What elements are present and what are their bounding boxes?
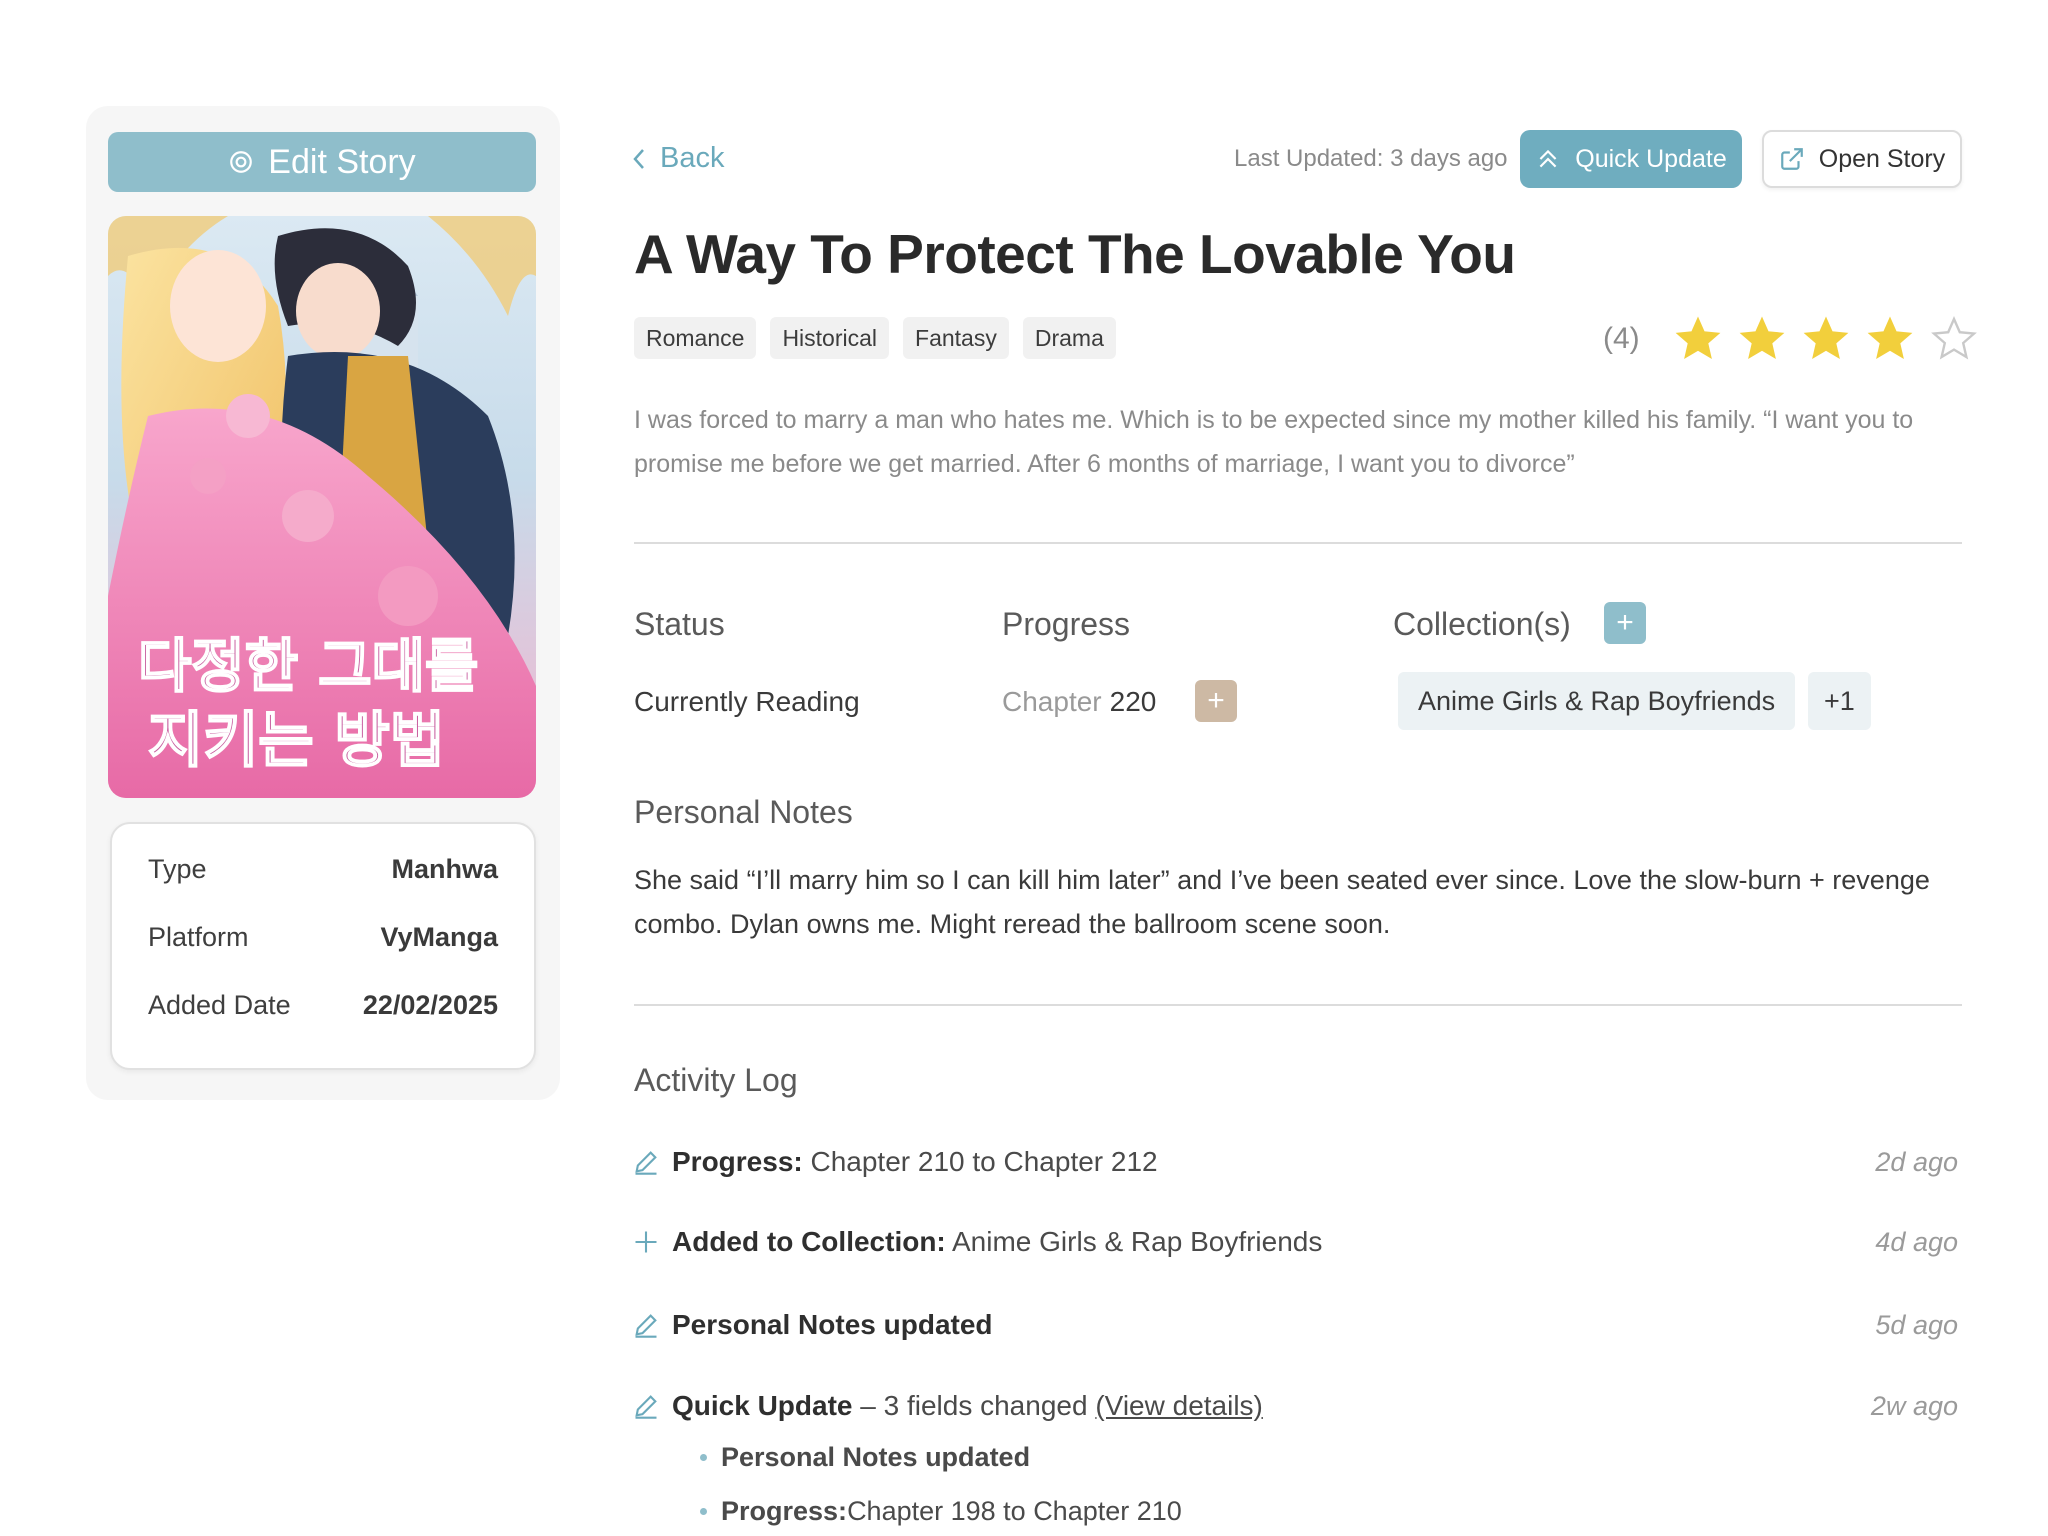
- activity-time: 4d ago: [1875, 1226, 1958, 1257]
- activity-entry: Added to Collection: Anime Girls & Rap B…: [632, 1222, 1962, 1262]
- add-collection-button[interactable]: +: [1604, 602, 1646, 644]
- chevron-left-icon: [633, 148, 644, 169]
- star-icon[interactable]: [1802, 315, 1850, 363]
- plus-icon: [635, 1231, 657, 1253]
- progress-heading: Progress: [1002, 606, 1131, 642]
- chapter-number: 220: [1109, 686, 1157, 717]
- view-details-link[interactable]: (View details): [1095, 1390, 1263, 1421]
- meta-row-type: Type Manhwa: [148, 854, 498, 885]
- personal-notes-text: She said “I’ll marry him so I can kill h…: [634, 865, 1930, 939]
- svg-text:지키는 방법: 지키는 방법: [148, 706, 445, 776]
- cover-image: 다정한 그대를 지키는 방법: [108, 216, 536, 798]
- meta-value: 22/02/2025: [362, 990, 498, 1020]
- activity-time: 5d ago: [1875, 1309, 1958, 1340]
- collection-chip[interactable]: Anime Girls & Rap Boyfriends: [1398, 672, 1796, 730]
- pencil-icon: [635, 1395, 657, 1419]
- star-icon[interactable]: [1674, 315, 1722, 363]
- genre-tag[interactable]: Fantasy: [903, 317, 1009, 359]
- genre-tag[interactable]: Historical: [770, 317, 890, 359]
- quick-update-button[interactable]: Quick Update: [1520, 130, 1742, 188]
- story-sidebar-card: Edit Story 다정한 그대를 지키는 방법 Type Manhwa Pl…: [86, 106, 560, 1100]
- divider: [634, 1004, 1962, 1006]
- bullet-icon: [700, 1508, 707, 1515]
- meta-value: Manhwa: [391, 854, 498, 884]
- status-value[interactable]: Currently Reading: [634, 686, 860, 718]
- edit-story-label: Edit Story: [268, 142, 416, 181]
- activity-title: Added to Collection:: [672, 1226, 946, 1257]
- activity-detail: Anime Girls & Rap Boyfriends: [945, 1226, 1323, 1257]
- activity-title: Personal Notes updated: [672, 1309, 993, 1340]
- back-label: Back: [660, 142, 725, 174]
- activity-time: 2d ago: [1875, 1146, 1958, 1177]
- star-icon[interactable]: [1866, 315, 1914, 363]
- activity-entry: Personal Notes updated 5d ago: [632, 1305, 1962, 1345]
- divider: [634, 542, 1962, 544]
- story-title: A Way To Protect The Lovable You: [634, 223, 1516, 285]
- open-story-label: Open Story: [1818, 144, 1946, 173]
- activity-text: Quick Update – 3 fields changed (View de…: [672, 1390, 1263, 1422]
- activity-sub-entry: Progress: Chapter 198 to Chapter 210: [700, 1496, 1182, 1527]
- activity-text: Added to Collection: Anime Girls & Rap B…: [672, 1226, 1322, 1258]
- genre-tag[interactable]: Romance: [634, 317, 757, 359]
- activity-sub-entry: Personal Notes updated: [700, 1442, 1030, 1473]
- chapter-label: Chapter: [1002, 686, 1102, 717]
- edit-story-button[interactable]: Edit Story: [108, 132, 536, 192]
- star-icon[interactable]: [1738, 315, 1786, 363]
- meta-key: Type: [148, 854, 207, 884]
- activity-text: Progress: Chapter 210 to Chapter 212: [672, 1146, 1158, 1178]
- bullet-icon: [700, 1454, 707, 1461]
- pencil-icon: [635, 1314, 657, 1338]
- activity-entry: Quick Update – 3 fields changed (View de…: [632, 1386, 1962, 1426]
- activity-time: 2w ago: [1870, 1390, 1958, 1421]
- double-chevron-up-icon: [1539, 149, 1557, 168]
- progress-value: Chapter 220: [1002, 686, 1156, 718]
- star-icon[interactable]: [1930, 315, 1978, 363]
- activity-text: Personal Notes updated: [672, 1309, 993, 1341]
- story-meta-card: Type Manhwa Platform VyManga Added Date …: [110, 822, 536, 1070]
- quick-update-label: Quick Update: [1575, 144, 1727, 173]
- genre-tag[interactable]: Drama: [1022, 317, 1116, 359]
- activity-title: Quick Update: [672, 1390, 853, 1421]
- activity-detail: Chapter 210 to Chapter 212: [802, 1146, 1158, 1177]
- activity-title: Progress:: [672, 1146, 803, 1177]
- activity-sub-title: Progress:: [721, 1496, 848, 1526]
- meta-value: VyManga: [380, 922, 498, 952]
- meta-row-platform: Platform VyManga: [148, 922, 498, 953]
- activity-sub-detail: Chapter 198 to Chapter 210: [847, 1496, 1182, 1526]
- last-updated-text: Last Updated: 3 days ago: [1234, 145, 1508, 172]
- star-rating: (4): [1603, 315, 1978, 363]
- meta-key: Platform: [148, 922, 249, 952]
- activity-entry: Progress: Chapter 210 to Chapter 212 2d …: [632, 1142, 1962, 1182]
- settings-icon: [230, 151, 253, 173]
- svg-text:다정한 그대를: 다정한 그대를: [138, 632, 478, 700]
- meta-key: Added Date: [148, 990, 291, 1020]
- pencil-icon: [635, 1151, 657, 1175]
- back-link[interactable]: Back: [632, 142, 724, 175]
- story-synopsis: I was forced to marry a man who hates me…: [634, 406, 1914, 478]
- genre-tags: Romance Historical Fantasy Drama: [634, 317, 1116, 359]
- rating-count: (4): [1603, 322, 1640, 355]
- open-story-button[interactable]: Open Story: [1762, 130, 1962, 188]
- increment-chapter-button[interactable]: +: [1195, 680, 1237, 722]
- activity-log-heading: Activity Log: [634, 1062, 798, 1098]
- personal-notes-heading: Personal Notes: [634, 794, 853, 830]
- activity-sub-title: Personal Notes updated: [721, 1442, 1031, 1472]
- status-heading: Status: [634, 606, 725, 642]
- meta-row-added-date: Added Date 22/02/2025: [148, 990, 498, 1021]
- activity-detail: – 3 fields changed: [852, 1390, 1096, 1421]
- more-collections-chip[interactable]: +1: [1808, 672, 1871, 730]
- collections-heading: Collection(s): [1393, 606, 1571, 642]
- external-link-icon: [1780, 148, 1803, 170]
